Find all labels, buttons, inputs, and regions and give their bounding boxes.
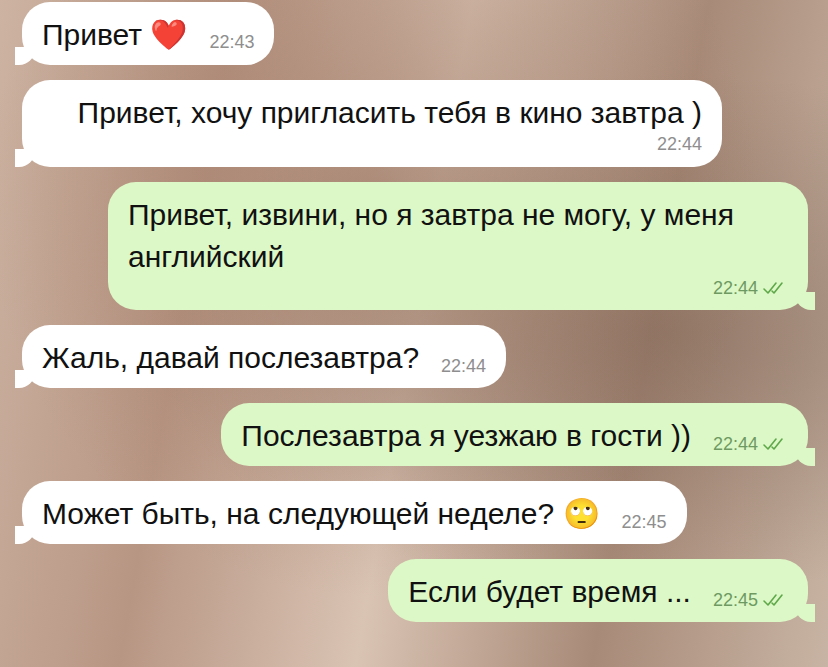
message-time: 22:45 — [713, 590, 758, 612]
message-text: Послезавтра я уезжаю в гости )) — [241, 415, 691, 457]
message-meta: 22:44 — [713, 278, 788, 302]
chat-screen: Привет ❤️ 22:43 Привет, хочу пригласить те… — [0, 0, 828, 667]
message-row: Жаль, давай послезавтра? 22:44 — [22, 325, 808, 388]
message-meta: 22:45 — [622, 512, 667, 536]
read-ticks-icon — [762, 592, 788, 608]
message-text: Жаль, давай послезавтра? — [42, 337, 419, 379]
message-bubble[interactable]: Жаль, давай послезавтра? 22:44 — [22, 325, 506, 388]
message-row: Привет, хочу пригласить тебя в кино завт… — [22, 80, 808, 167]
message-row: Может быть, на следующей неделе? 🙄 22:45 — [22, 481, 808, 544]
message-meta: 22:44 — [713, 434, 788, 458]
message-meta: 22:44 — [657, 134, 702, 158]
read-ticks-icon — [762, 436, 788, 452]
message-row: Если будет время ... 22:45 — [22, 559, 808, 622]
message-time: 22:45 — [622, 512, 667, 534]
message-meta: 22:43 — [209, 32, 254, 56]
message-bubble[interactable]: Привет ❤️ 22:43 — [22, 2, 274, 65]
message-list: Привет ❤️ 22:43 Привет, хочу пригласить те… — [0, 0, 828, 622]
message-meta: 22:45 — [713, 590, 788, 614]
message-text: Может быть, на следующей неделе? 🙄 — [42, 493, 600, 535]
message-row: Привет, извини, но я завтра не могу, у м… — [22, 182, 808, 311]
message-bubble[interactable]: Если будет время ... 22:45 — [388, 559, 808, 622]
read-ticks-icon — [762, 280, 788, 296]
message-text: Если будет время ... — [408, 571, 691, 613]
message-time: 22:44 — [713, 434, 758, 456]
message-time: 22:44 — [657, 134, 702, 156]
message-text: Привет, хочу пригласить тебя в кино завт… — [78, 92, 702, 134]
message-bubble[interactable]: Может быть, на следующей неделе? 🙄 22:45 — [22, 481, 687, 544]
message-text: Привет, извини, но я завтра не могу, у м… — [128, 194, 788, 278]
message-bubble[interactable]: Привет, извини, но я завтра не могу, у м… — [108, 182, 808, 311]
message-bubble[interactable]: Послезавтра я уезжаю в гости )) 22:44 — [221, 403, 808, 466]
message-meta: 22:44 — [441, 356, 486, 380]
message-bubble[interactable]: Привет, хочу пригласить тебя в кино завт… — [22, 80, 722, 167]
message-row: Привет ❤️ 22:43 — [22, 2, 808, 65]
message-time: 22:44 — [713, 278, 758, 300]
message-text: Привет ❤️ — [42, 14, 187, 56]
message-time: 22:43 — [209, 32, 254, 54]
message-row: Послезавтра я уезжаю в гости )) 22:44 — [22, 403, 808, 466]
message-time: 22:44 — [441, 356, 486, 378]
